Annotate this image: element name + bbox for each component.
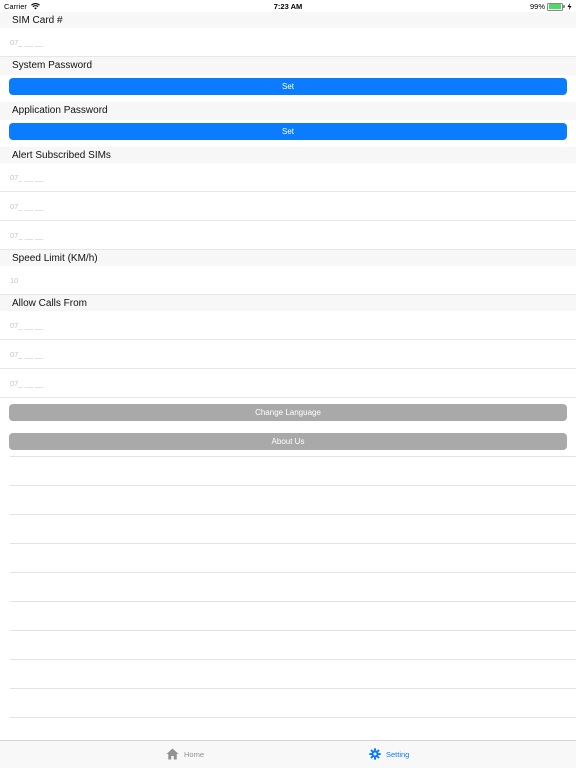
allow-call-row [0, 340, 576, 369]
alert-sim-input-1[interactable] [10, 163, 560, 191]
alert-sim-row [0, 221, 576, 250]
tab-bar: Home Setting [0, 740, 576, 768]
charging-bolt-icon [567, 3, 572, 10]
empty-row-separator [10, 601, 576, 602]
allow-call-input-1[interactable] [10, 311, 560, 339]
status-bar: Carrier 7:23 AM 99% [0, 0, 576, 12]
empty-row-separator [10, 630, 576, 631]
empty-row-separator [10, 688, 576, 689]
battery-icon [547, 2, 565, 11]
application-password-header: Application Password [0, 102, 576, 120]
sim-card-input[interactable] [10, 28, 560, 56]
allow-call-input-2[interactable] [10, 340, 560, 368]
alert-sim-input-3[interactable] [10, 221, 560, 249]
tab-home[interactable]: Home [166, 748, 204, 760]
empty-row-separator [10, 514, 576, 515]
status-time: 7:23 AM [273, 2, 303, 11]
sim-card-row [0, 28, 576, 57]
battery-status: 99% [530, 2, 572, 11]
alert-sim-input-2[interactable] [10, 192, 560, 220]
battery-percent: 99% [529, 2, 545, 11]
allow-call-row [0, 311, 576, 340]
allow-call-row [0, 369, 576, 398]
allow-call-input-3[interactable] [10, 369, 560, 397]
tab-home-label: Home [184, 749, 205, 759]
tab-setting[interactable]: Setting [369, 748, 409, 760]
empty-row-separator [10, 456, 576, 457]
system-password-header: System Password [0, 57, 576, 75]
gear-icon [369, 748, 381, 760]
empty-row-separator [10, 485, 576, 486]
home-icon [166, 748, 179, 760]
speed-limit-input[interactable] [10, 266, 560, 294]
alert-sim-row [0, 192, 576, 221]
alert-sim-row [0, 163, 576, 192]
empty-row-separator [10, 572, 576, 573]
speed-limit-row [0, 266, 576, 295]
set-system-password-button[interactable]: Set [9, 78, 567, 95]
about-us-button[interactable]: About Us [9, 433, 567, 450]
tab-setting-label: Setting [386, 749, 410, 759]
change-language-button[interactable]: Change Language [9, 404, 567, 421]
set-application-password-button[interactable]: Set [9, 123, 567, 140]
battery-level-fill [548, 4, 562, 9]
empty-row-separator [10, 543, 576, 544]
empty-row-separator [10, 659, 576, 660]
empty-row-separator [10, 717, 576, 718]
